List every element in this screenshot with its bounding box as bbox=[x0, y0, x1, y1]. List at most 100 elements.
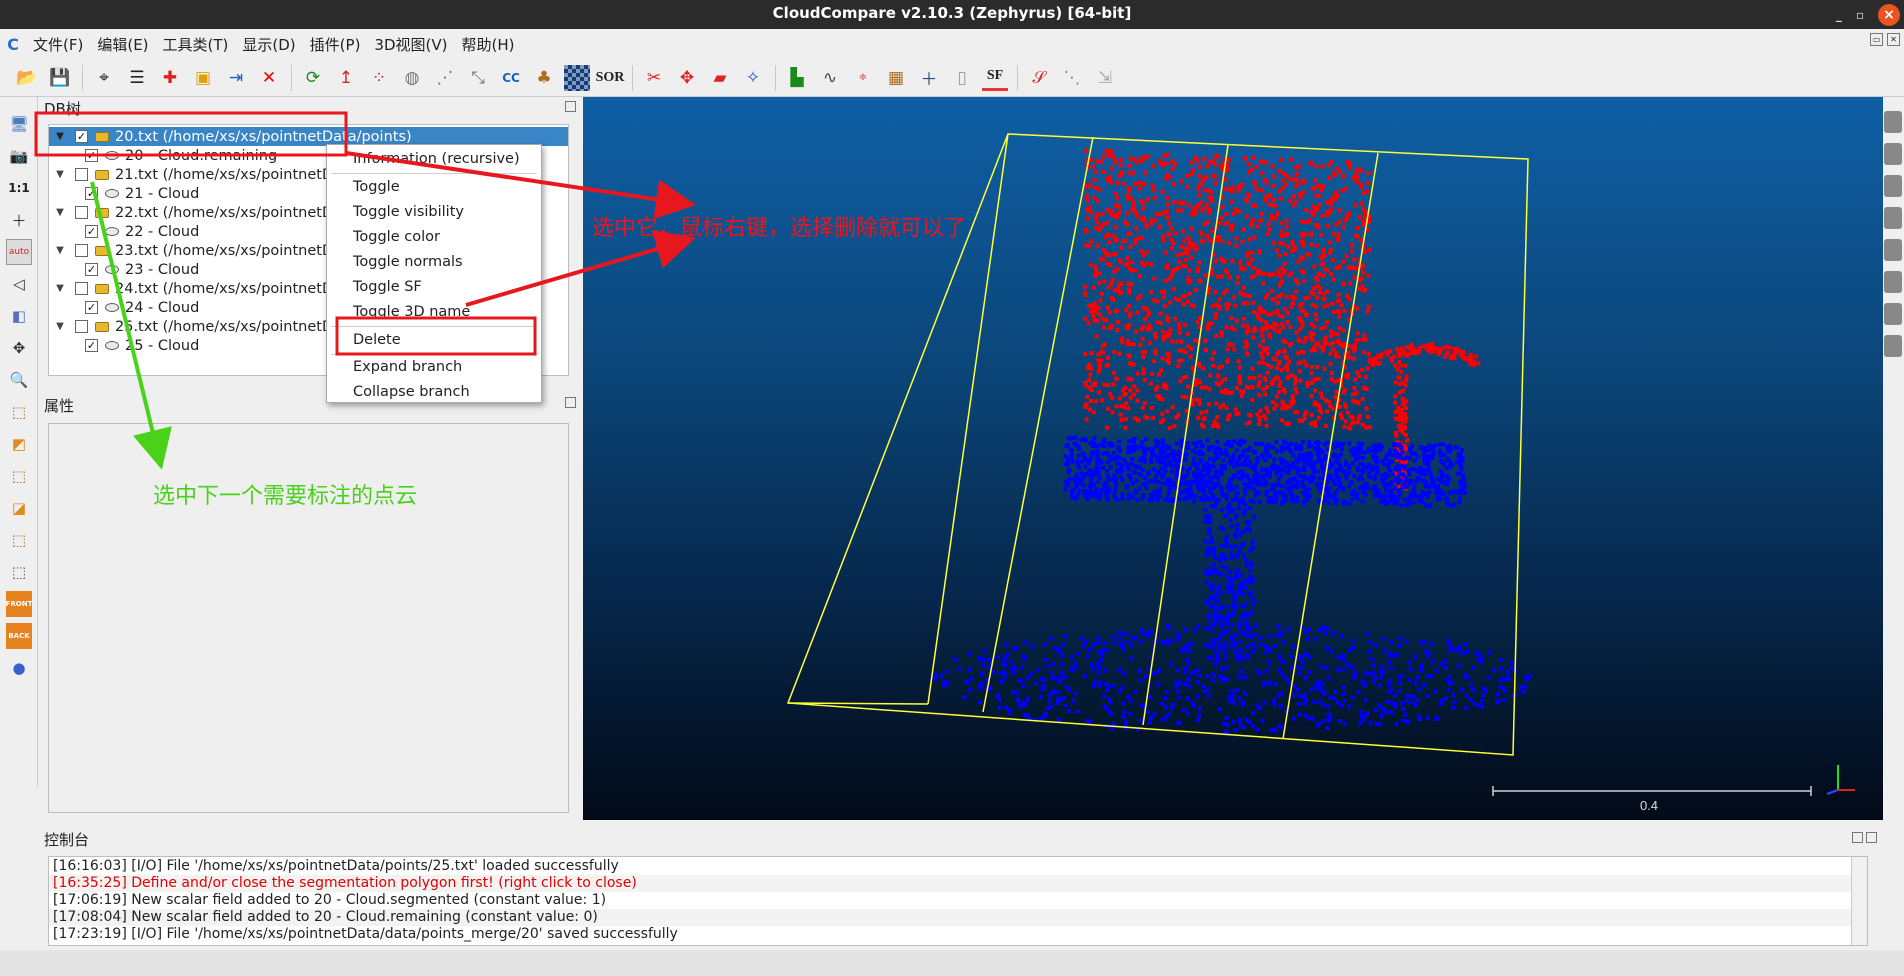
view-bottom-icon[interactable]: ⬚ bbox=[6, 527, 32, 553]
visibility-checkbox[interactable] bbox=[75, 206, 88, 219]
trash-icon[interactable]: ▯ bbox=[949, 65, 975, 91]
menu-expand-branch[interactable]: Expand branch bbox=[327, 355, 541, 379]
plugin-icon[interactable] bbox=[1884, 239, 1902, 261]
histogram-icon[interactable]: ▙ bbox=[784, 65, 810, 91]
octree-icon[interactable]: ◍ bbox=[399, 65, 425, 91]
crosshair-icon[interactable]: ＋ bbox=[6, 207, 32, 233]
move-icon[interactable]: ✥ bbox=[6, 335, 32, 361]
plugin-icon[interactable] bbox=[1884, 175, 1902, 197]
view-iso-icon[interactable]: ⬚ bbox=[6, 559, 32, 585]
color-icon[interactable]: ▣ bbox=[190, 65, 216, 91]
add-icon[interactable]: ＋ bbox=[916, 65, 942, 91]
expand-toggle-icon[interactable]: ▼ bbox=[53, 321, 67, 332]
menu-plugins[interactable]: 插件(P) bbox=[303, 34, 368, 55]
dock-float-icon[interactable] bbox=[565, 101, 576, 112]
camera-icon[interactable]: 📷 bbox=[6, 143, 32, 169]
filter-icon[interactable]: ⋱ bbox=[1059, 65, 1085, 91]
noise-icon[interactable]: ⋰ bbox=[432, 65, 458, 91]
view-front-icon[interactable]: ◩ bbox=[6, 431, 32, 457]
plugin-icon[interactable] bbox=[1884, 303, 1902, 325]
expand-toggle-icon[interactable]: ▼ bbox=[53, 169, 67, 180]
menu-toggle[interactable]: Toggle bbox=[327, 175, 541, 199]
cube-icon[interactable]: ◧ bbox=[6, 303, 32, 329]
minmax-icon[interactable]: ≑ bbox=[850, 65, 876, 91]
plugin-icon[interactable] bbox=[1884, 271, 1902, 293]
menu-delete[interactable]: Delete bbox=[327, 328, 541, 352]
plugin-icon[interactable] bbox=[1884, 111, 1902, 133]
translate-icon[interactable]: ✚ bbox=[157, 65, 183, 91]
open-icon[interactable]: 📂 bbox=[14, 65, 40, 91]
global-shift-icon[interactable]: ⌖ bbox=[91, 65, 117, 91]
list-icon[interactable]: ☰ bbox=[124, 65, 150, 91]
menu-tools[interactable]: 工具类(T) bbox=[156, 34, 236, 55]
close-icon[interactable]: × bbox=[1878, 3, 1900, 26]
zoom-icon[interactable]: 🔍 bbox=[6, 367, 32, 393]
visibility-checkbox[interactable]: ✓ bbox=[85, 187, 98, 200]
visibility-checkbox[interactable] bbox=[75, 320, 88, 333]
screen-icon[interactable]: 🖥 bbox=[6, 111, 32, 137]
one-to-one-icon[interactable]: 1:1 bbox=[6, 175, 32, 201]
expand-toggle-icon[interactable]: ▼ bbox=[53, 131, 67, 142]
menu-3dviews[interactable]: 3D视图(V) bbox=[367, 34, 454, 55]
dock-float-icon[interactable] bbox=[1852, 832, 1863, 843]
menu-toggle-visibility[interactable]: Toggle visibility bbox=[327, 200, 541, 224]
menu-information-recursive[interactable]: Information (recursive) bbox=[327, 147, 541, 171]
project-icon[interactable]: ⤡ bbox=[465, 65, 491, 91]
normals-icon[interactable]: ↥ bbox=[333, 65, 359, 91]
visibility-checkbox[interactable]: ✓ bbox=[75, 130, 88, 143]
compare-icon[interactable]: CC bbox=[498, 65, 524, 91]
segment-icon[interactable]: ✂ bbox=[641, 65, 667, 91]
stats-icon[interactable]: ▦ bbox=[883, 65, 909, 91]
plugin-icon[interactable] bbox=[1884, 335, 1902, 357]
checker-icon[interactable] bbox=[564, 64, 590, 91]
menu-help[interactable]: 帮助(H) bbox=[454, 34, 521, 55]
visibility-checkbox[interactable] bbox=[75, 244, 88, 257]
menu-toggle-sf[interactable]: Toggle SF bbox=[327, 275, 541, 299]
dual-color-icon[interactable]: ● bbox=[6, 655, 32, 681]
visibility-checkbox[interactable] bbox=[75, 282, 88, 295]
back-view-icon[interactable]: BACK bbox=[6, 623, 32, 649]
export-icon[interactable]: ⇲ bbox=[1092, 65, 1118, 91]
merge-icon[interactable]: ⇥ bbox=[223, 65, 249, 91]
dock-float-icon[interactable] bbox=[565, 397, 576, 408]
bucket-icon[interactable]: ♣ bbox=[531, 65, 557, 91]
picking-icon[interactable]: ✧ bbox=[740, 65, 766, 91]
minimize-icon[interactable]: _ bbox=[1836, 2, 1842, 28]
menu-file[interactable]: 文件(F) bbox=[26, 34, 90, 55]
mdi-restore-icon[interactable]: ▭ bbox=[1870, 33, 1883, 46]
menu-collapse-branch[interactable]: Collapse branch bbox=[327, 380, 541, 404]
sf-arrow-icon[interactable]: 𝒮 bbox=[1026, 65, 1052, 91]
plugin-icon[interactable] bbox=[1884, 143, 1902, 165]
front-view-icon[interactable]: FRONT bbox=[6, 591, 32, 617]
registration-icon[interactable]: ⟳ bbox=[300, 65, 326, 91]
menu-edit[interactable]: 编辑(E) bbox=[90, 34, 155, 55]
expand-toggle-icon[interactable]: ▼ bbox=[53, 245, 67, 256]
menu-toggle-normals[interactable]: Toggle normals bbox=[327, 250, 541, 274]
plugin-icon[interactable] bbox=[1884, 207, 1902, 229]
auto-pivot-icon[interactable]: auto bbox=[6, 239, 32, 265]
view-left-icon[interactable]: ⬚ bbox=[6, 463, 32, 489]
point-cloud-canvas[interactable]: 0.4 bbox=[583, 97, 1883, 820]
sample-icon[interactable]: ⁘ bbox=[366, 65, 392, 91]
visibility-checkbox[interactable] bbox=[75, 168, 88, 181]
rotate-icon[interactable]: ✥ bbox=[674, 65, 700, 91]
expand-toggle-icon[interactable]: ▼ bbox=[53, 207, 67, 218]
perspective-icon[interactable]: ◁ bbox=[6, 271, 32, 297]
menu-toggle-color[interactable]: Toggle color bbox=[327, 225, 541, 249]
menu-toggle-3d-name[interactable]: Toggle 3D name bbox=[327, 300, 541, 324]
visibility-checkbox[interactable]: ✓ bbox=[85, 263, 98, 276]
save-icon[interactable]: 💾 bbox=[47, 65, 73, 91]
sf-icon[interactable]: SF bbox=[982, 65, 1008, 91]
maximize-icon[interactable]: ▫ bbox=[1856, 2, 1864, 28]
delete-icon[interactable]: ✕ bbox=[256, 65, 282, 91]
expand-toggle-icon[interactable]: ▼ bbox=[53, 283, 67, 294]
view-right-icon[interactable]: ◪ bbox=[6, 495, 32, 521]
dock-close-icon[interactable] bbox=[1866, 832, 1877, 843]
3d-view[interactable]: 0.4 bbox=[583, 97, 1883, 820]
visibility-checkbox[interactable]: ✓ bbox=[85, 339, 98, 352]
view-top-icon[interactable]: ⬚ bbox=[6, 399, 32, 425]
visibility-checkbox[interactable]: ✓ bbox=[85, 149, 98, 162]
console-scrollbar[interactable] bbox=[1851, 857, 1867, 945]
curve-icon[interactable]: ∿ bbox=[817, 65, 843, 91]
visibility-checkbox[interactable]: ✓ bbox=[85, 301, 98, 314]
